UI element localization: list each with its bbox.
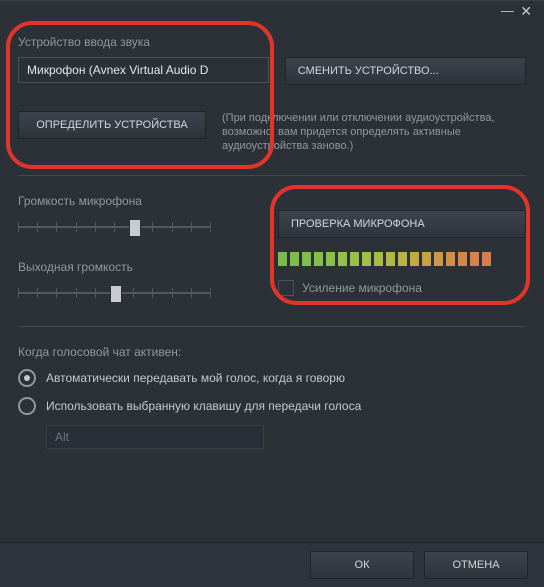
meter-bar bbox=[374, 252, 383, 266]
meter-bar bbox=[482, 252, 491, 266]
meter-bar bbox=[362, 252, 371, 266]
detect-devices-button[interactable]: ОПРЕДЕЛИТЬ УСТРОЙСТВА bbox=[18, 111, 206, 139]
titlebar: — ✕ bbox=[0, 1, 544, 19]
output-volume-slider[interactable] bbox=[18, 282, 250, 304]
minimize-icon[interactable]: — bbox=[501, 5, 514, 17]
dialog-footer: ОК ОТМЕНА bbox=[0, 542, 544, 587]
mic-boost-checkbox[interactable]: Усиление микрофона bbox=[278, 280, 526, 296]
divider bbox=[18, 326, 526, 327]
detect-devices-hint: (При подключении или отключении аудиоуст… bbox=[222, 111, 526, 153]
radio-push-to-talk[interactable]: Использовать выбранную клавишу для перед… bbox=[18, 397, 526, 415]
input-device-select[interactable]: Микрофон (Avnex Virtual Audio D bbox=[18, 57, 269, 83]
input-device-label: Устройство ввода звука bbox=[18, 35, 526, 49]
mic-test-button[interactable]: ПРОВЕРКА МИКРОФОНА bbox=[278, 210, 526, 238]
meter-bar bbox=[446, 252, 455, 266]
cancel-button[interactable]: ОТМЕНА bbox=[424, 551, 528, 579]
meter-bar bbox=[338, 252, 347, 266]
ok-button[interactable]: ОК bbox=[310, 551, 414, 579]
meter-bar bbox=[290, 252, 299, 266]
close-icon[interactable]: ✕ bbox=[520, 5, 532, 17]
settings-window: — ✕ Устройство ввода звука Микрофон (Avn… bbox=[0, 0, 544, 587]
meter-bar bbox=[350, 252, 359, 266]
meter-bar bbox=[434, 252, 443, 266]
mic-boost-label: Усиление микрофона bbox=[302, 281, 422, 295]
voice-chat-label: Когда голосовой чат активен: bbox=[18, 345, 526, 359]
meter-bar bbox=[410, 252, 419, 266]
meter-bar bbox=[422, 252, 431, 266]
meter-bar bbox=[458, 252, 467, 266]
radio-icon bbox=[18, 397, 36, 415]
mic-volume-slider[interactable] bbox=[18, 216, 250, 238]
output-volume-label: Выходная громкость bbox=[18, 260, 250, 274]
radio-icon bbox=[18, 369, 36, 387]
push-to-talk-key-input[interactable]: Alt bbox=[46, 425, 264, 449]
radio-auto-transmit[interactable]: Автоматически передавать мой голос, когд… bbox=[18, 369, 526, 387]
meter-bar bbox=[386, 252, 395, 266]
checkbox-icon bbox=[278, 280, 294, 296]
mic-volume-label: Громкость микрофона bbox=[18, 194, 250, 208]
mic-level-meter bbox=[278, 252, 526, 266]
input-device-value: Микрофон (Avnex Virtual Audio D bbox=[27, 63, 208, 77]
meter-bar bbox=[470, 252, 479, 266]
change-device-button[interactable]: СМЕНИТЬ УСТРОЙСТВО... bbox=[285, 57, 526, 85]
meter-bar bbox=[302, 252, 311, 266]
meter-bar bbox=[314, 252, 323, 266]
meter-bar bbox=[326, 252, 335, 266]
meter-bar bbox=[278, 252, 287, 266]
meter-bar bbox=[398, 252, 407, 266]
divider bbox=[18, 175, 526, 176]
